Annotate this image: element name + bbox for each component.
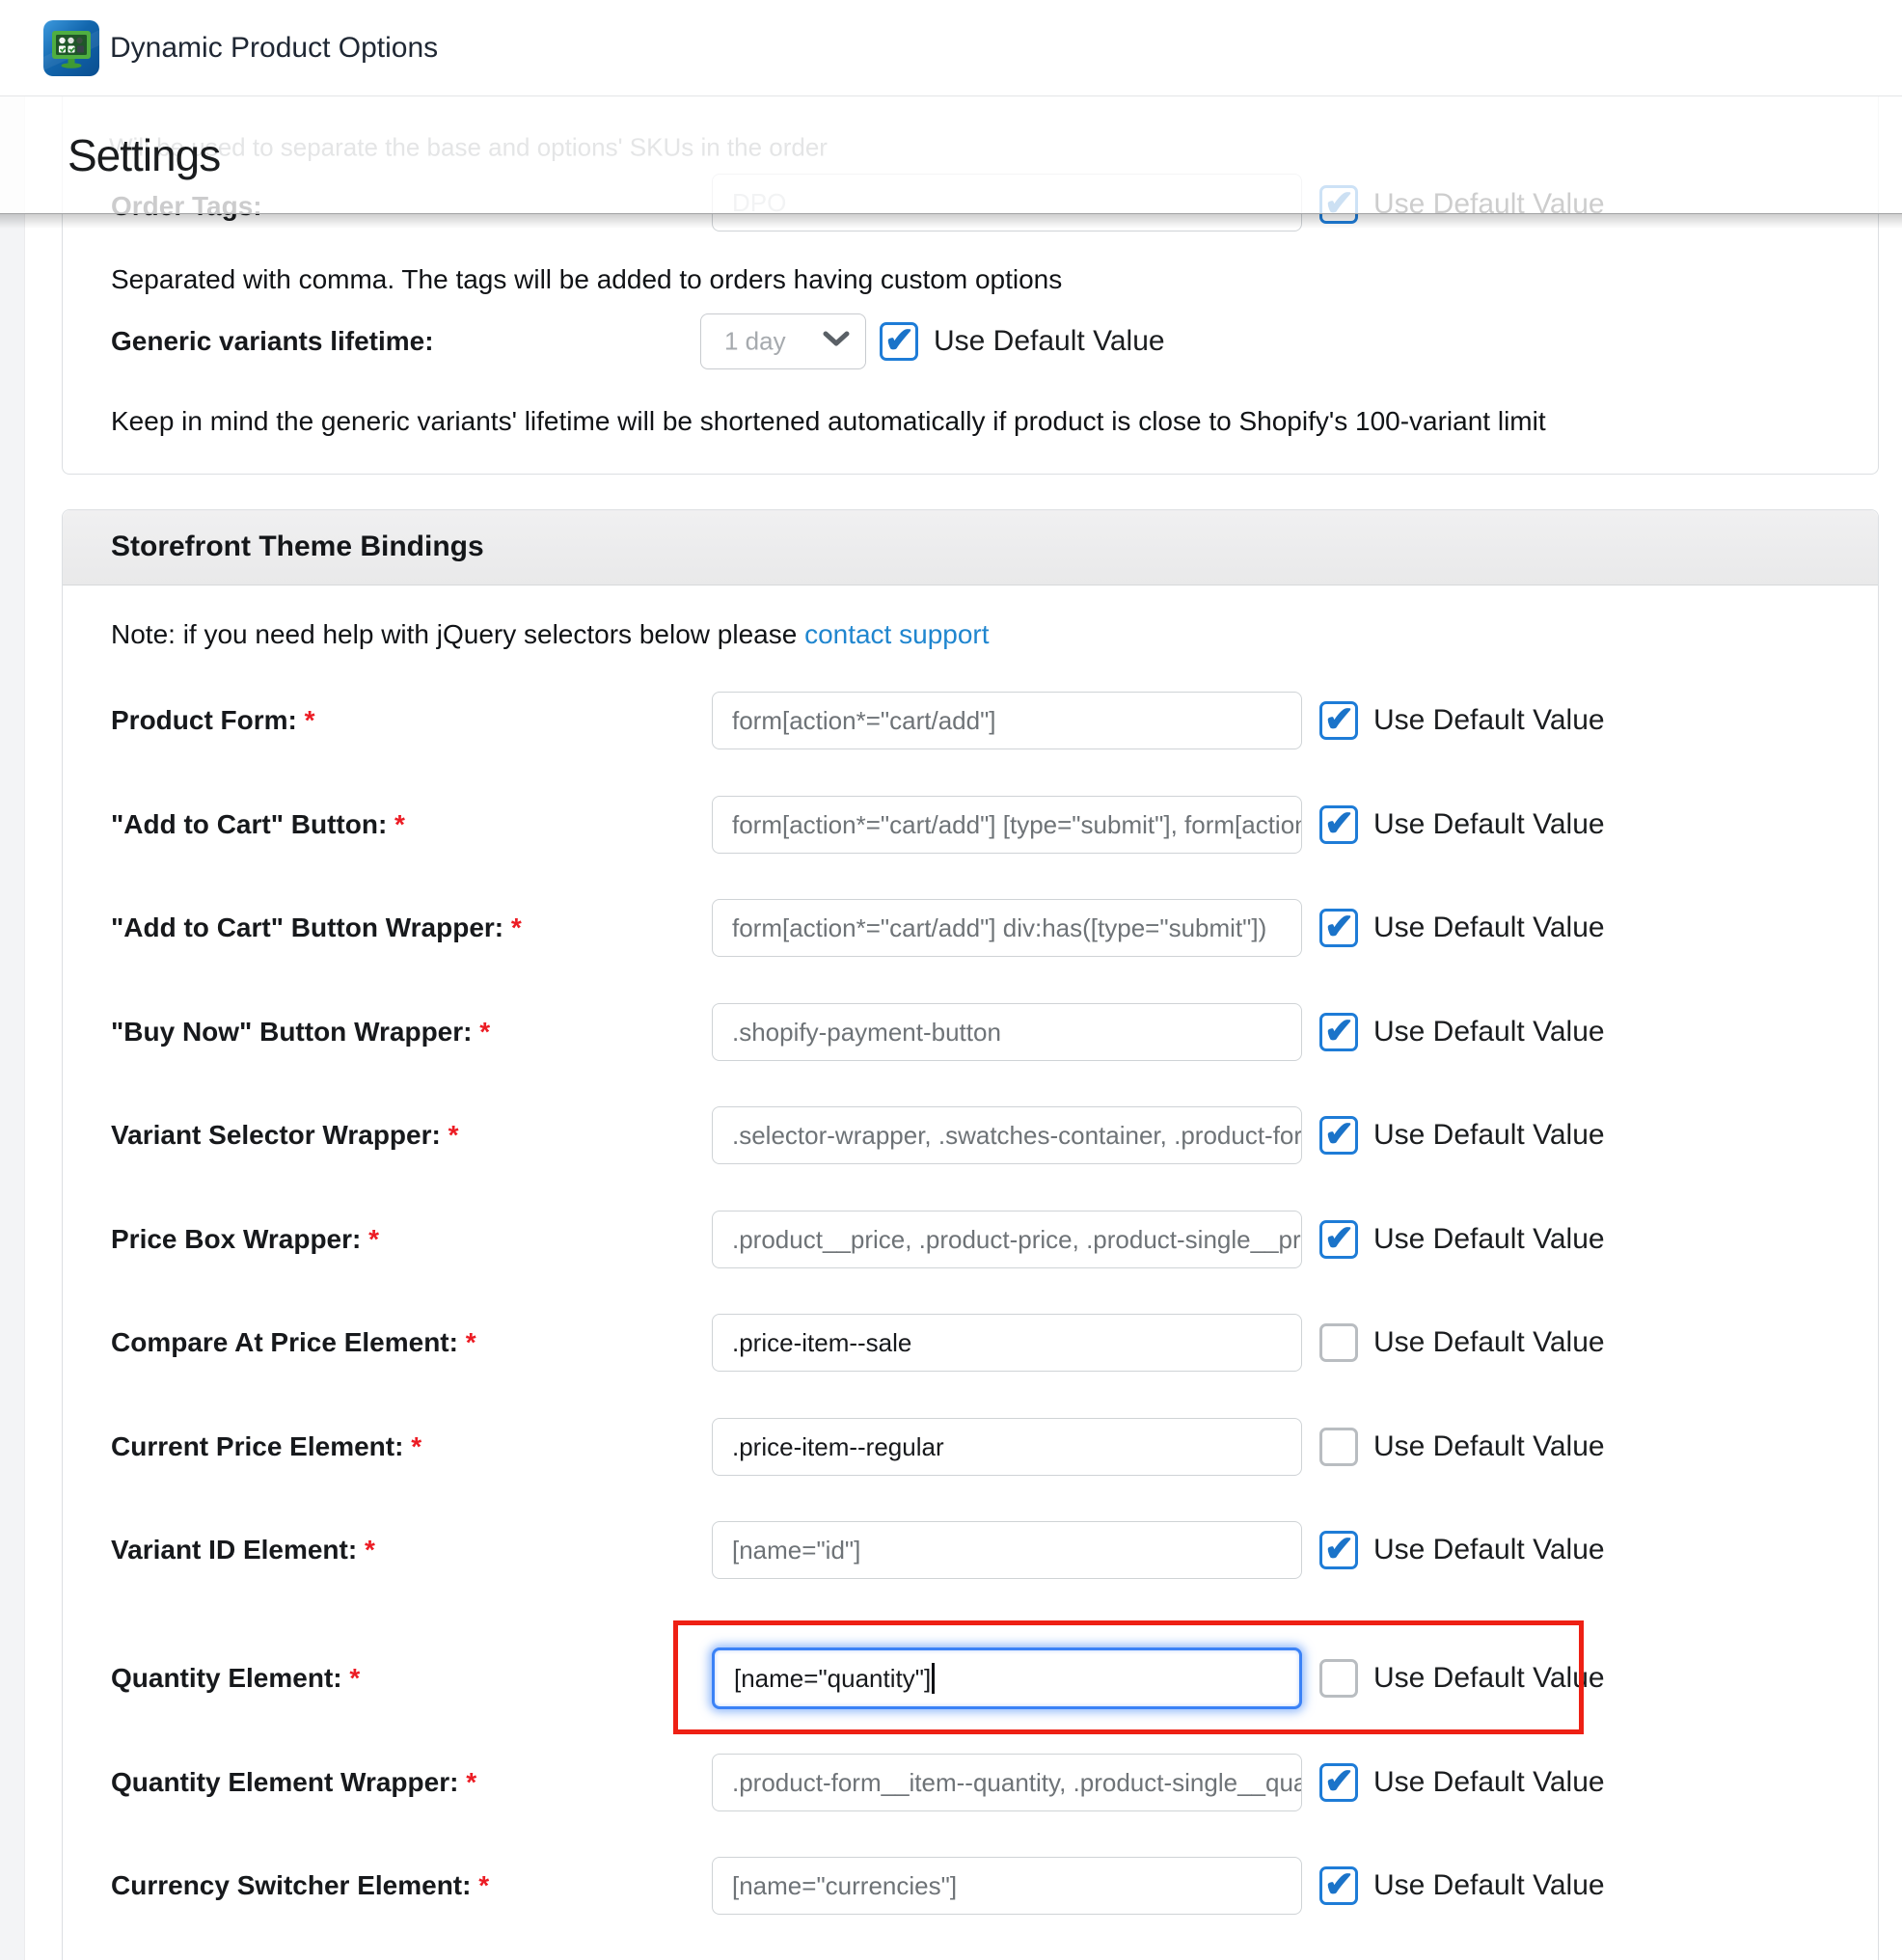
field-row-currency-switcher-element: Currency Switcher Element: * [name="curr… — [0, 1857, 1902, 1915]
selector-input[interactable]: .selector-wrapper, .swatches-container, … — [712, 1106, 1302, 1164]
field-row-price-box-wrapper: Price Box Wrapper: * .product__price, .p… — [0, 1211, 1902, 1268]
use-default-checkbox[interactable]: ✔ — [1319, 909, 1358, 947]
use-default-checkbox[interactable] — [1319, 1428, 1358, 1466]
use-default-checkbox[interactable]: ✔ — [1319, 701, 1358, 740]
required-asterisk: * — [466, 1767, 476, 1797]
check-icon: ✔ — [1324, 698, 1354, 740]
field-label: Variant ID Element: * — [111, 1535, 375, 1565]
check-icon: ✔ — [1324, 1113, 1354, 1155]
app-title: Dynamic Product Options — [110, 32, 438, 65]
use-default-checkbox[interactable]: ✔ — [1319, 1763, 1358, 1802]
selector-input[interactable]: .product-form__item--quantity, .product-… — [712, 1754, 1302, 1811]
selector-input[interactable]: form[action*="cart/add"] — [712, 692, 1302, 749]
field-label: "Buy Now" Button Wrapper: * — [111, 1017, 490, 1048]
use-default-label[interactable]: Use Default Value — [1373, 1326, 1605, 1359]
field-label: Price Box Wrapper: * — [111, 1224, 379, 1255]
field-row-compare-at-price-element: Compare At Price Element: * .price-item-… — [0, 1314, 1902, 1372]
use-default-label[interactable]: Use Default Value — [1373, 1223, 1605, 1256]
field-row-buy-now-button-wrapper: "Buy Now" Button Wrapper: * .shopify-pay… — [0, 1003, 1902, 1061]
settings-page: Will be used to separate the base and op… — [0, 0, 1902, 1960]
selector-input[interactable]: .shopify-payment-button — [712, 1003, 1302, 1061]
selector-input-focused[interactable]: [name="quantity"] — [712, 1647, 1302, 1709]
app-header-bar: Dynamic Product Options — [0, 0, 1902, 96]
field-row-quantity-element-wrapper: Quantity Element Wrapper: * .product-for… — [0, 1754, 1902, 1811]
field-row-product-form: Product Form: * form[action*="cart/add"]… — [0, 692, 1902, 749]
required-asterisk: * — [478, 1870, 489, 1900]
use-default-checkbox[interactable] — [1319, 1323, 1358, 1362]
field-label: Currency Switcher Element: * — [111, 1870, 489, 1901]
chevron-down-icon — [823, 331, 850, 352]
field-label: Compare At Price Element: * — [111, 1327, 476, 1358]
field-row-add-to-cart-button: "Add to Cart" Button: * form[action*="ca… — [0, 796, 1902, 854]
use-default-label[interactable]: Use Default Value — [1373, 1766, 1605, 1799]
required-asterisk: * — [448, 1120, 459, 1150]
check-icon: ✔ — [1324, 1760, 1354, 1802]
use-default-checkbox[interactable]: ✔ — [1319, 1531, 1358, 1569]
use-default-label[interactable]: Use Default Value — [1373, 1016, 1605, 1048]
field-label: Quantity Element Wrapper: * — [111, 1767, 476, 1798]
required-asterisk: * — [511, 912, 522, 942]
required-asterisk: * — [411, 1431, 421, 1461]
field-row-add-to-cart-button-wrapper: "Add to Cart" Button Wrapper: * form[act… — [0, 899, 1902, 957]
use-default-label[interactable]: Use Default Value — [1373, 1869, 1605, 1902]
required-asterisk: * — [365, 1535, 375, 1565]
contact-support-link[interactable]: contact support — [804, 619, 989, 649]
field-label: Variant Selector Wrapper: * — [111, 1120, 459, 1151]
use-default-checkbox[interactable]: ✔ — [1319, 1013, 1358, 1051]
use-default-label[interactable]: Use Default Value — [1373, 704, 1605, 737]
sticky-settings-header: Settings — [0, 96, 1902, 214]
use-default-label[interactable]: Use Default Value — [1373, 1662, 1605, 1695]
required-asterisk: * — [466, 1327, 476, 1357]
field-label: Current Price Element: * — [111, 1431, 421, 1462]
field-row-quantity-element: Quantity Element: * [name="quantity"] Us… — [0, 1647, 1902, 1709]
field-label: "Add to Cart" Button Wrapper: * — [111, 912, 522, 943]
selector-input[interactable]: form[action*="cart/add"] div:has([type="… — [712, 899, 1302, 957]
field-label: "Add to Cart" Button: * — [111, 809, 405, 840]
text-caret — [932, 1663, 935, 1694]
check-icon: ✔ — [1324, 1217, 1354, 1259]
use-default-label[interactable]: Use Default Value — [1373, 1119, 1605, 1152]
field-row-current-price-element: Current Price Element: * .price-item--re… — [0, 1418, 1902, 1476]
select-value: 1 day — [724, 327, 786, 357]
required-asterisk: * — [368, 1224, 379, 1254]
selector-input[interactable]: [name="currencies"] — [712, 1857, 1302, 1915]
field-label: Quantity Element: * — [111, 1663, 360, 1694]
check-icon: ✔ — [884, 319, 914, 361]
check-icon: ✔ — [1324, 1010, 1354, 1051]
use-default-checkbox[interactable]: ✔ — [1319, 1866, 1358, 1905]
generic-lifetime-select[interactable]: 1 day — [700, 313, 866, 369]
app-logo-icon — [43, 20, 99, 76]
check-icon: ✔ — [1324, 803, 1354, 844]
use-default-checkbox[interactable] — [1319, 1659, 1358, 1698]
use-default-checkbox[interactable]: ✔ — [1319, 1220, 1358, 1259]
use-default-checkbox[interactable]: ✔ — [1319, 805, 1358, 844]
selector-input[interactable]: .price-item--regular — [712, 1418, 1302, 1476]
field-row-variant-id-element: Variant ID Element: * [name="id"] ✔ Use … — [0, 1521, 1902, 1579]
check-icon: ✔ — [1324, 906, 1354, 947]
selector-input[interactable]: .price-item--sale — [712, 1314, 1302, 1372]
use-default-label[interactable]: Use Default Value — [1373, 1534, 1605, 1566]
required-asterisk: * — [394, 809, 405, 839]
page-title: Settings — [68, 129, 220, 181]
note-text: Note: if you need help with jQuery selec… — [111, 619, 797, 649]
field-label: Product Form: * — [111, 705, 315, 736]
selector-input[interactable]: form[action*="cart/add"] [type="submit"]… — [712, 796, 1302, 854]
field-row-variant-selector-wrapper: Variant Selector Wrapper: * .selector-wr… — [0, 1106, 1902, 1164]
generic-lifetime-use-default-checkbox[interactable]: ✔ — [880, 322, 918, 361]
use-default-label[interactable]: Use Default Value — [1373, 808, 1605, 841]
required-asterisk: * — [305, 705, 315, 735]
check-icon: ✔ — [1324, 1864, 1354, 1905]
selector-input[interactable]: .product__price, .product-price, .produc… — [712, 1211, 1302, 1268]
selector-input[interactable]: [name="id"] — [712, 1521, 1302, 1579]
required-asterisk: * — [479, 1017, 490, 1047]
required-asterisk: * — [349, 1663, 360, 1693]
use-default-label[interactable]: Use Default Value — [1373, 1430, 1605, 1463]
use-default-label[interactable]: Use Default Value — [1373, 912, 1605, 944]
check-icon: ✔ — [1324, 1528, 1354, 1569]
use-default-checkbox[interactable]: ✔ — [1319, 1116, 1358, 1155]
